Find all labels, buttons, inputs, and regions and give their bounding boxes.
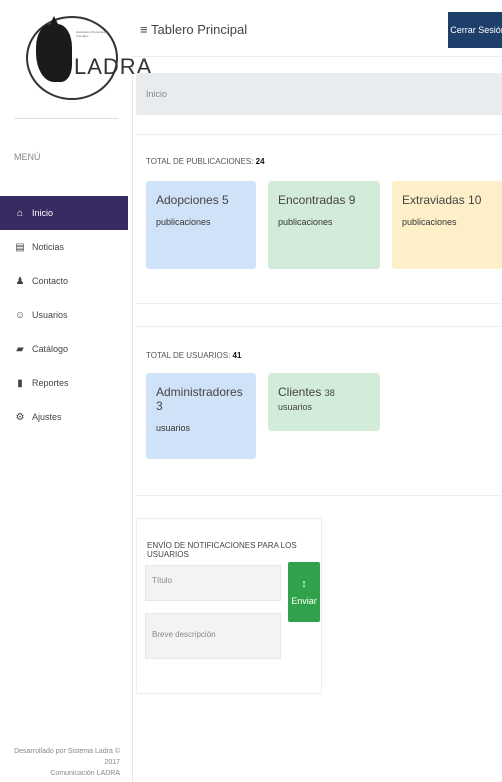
notification-description-input[interactable]: Breve descripción [145,613,281,659]
sidebar-item-label: Contacto [32,276,69,286]
send-label: Enviar [291,596,317,606]
clients-card[interactable]: Clientes 38 usuarios [268,373,380,431]
sidebar-divider [14,118,118,119]
logo-subtitle: Asociación Protectora de Animales [76,30,110,38]
found-title: Encontradas 9 [278,193,356,207]
sidebar-item-label: Catálogo [32,344,69,354]
adoptions-card[interactable]: Adopciones 5 publicaciones [146,181,256,269]
breadcrumb-item[interactable]: Inicio [146,89,167,99]
person-icon: ♟ [15,275,25,287]
sidebar-item-usuarios[interactable]: ☺ Usuarios [0,298,128,332]
menu-title: MENÚ [14,152,41,162]
sidebar-item-label: Noticias [32,242,65,252]
main-content: ≡ Tablero Principal Cerrar Sesión Inicio… [132,0,502,782]
sidebar-item-label: Inicio [32,208,54,218]
notification-title-input[interactable]: Título [145,565,281,601]
sidebar-item-inicio[interactable]: ⌂ Inicio [0,196,128,230]
admins-card[interactable]: Administradores 3 usuarios [146,373,256,459]
admins-sub: usuarios [156,423,191,433]
sidebar-item-catalogo[interactable]: ▰ Catálogo [0,332,128,366]
sidebar-item-contacto[interactable]: ♟ Contacto [0,264,128,298]
send-notification-button[interactable]: ↕ Enviar [288,562,320,622]
users-total-label: TOTAL DE USUARIOS: 41 [146,351,241,360]
sidebar-item-label: Usuarios [32,310,68,320]
footer-copyright: Desarrollado por Sistema Ladra © 2017 [14,748,120,766]
sidebar-item-label: Reportes [32,378,69,388]
sidebar-item-label: Ajustes [32,412,62,422]
publications-total-label: TOTAL DE PUBLICACIONES: 24 [146,157,265,166]
home-icon: ⌂ [16,207,24,219]
logo-cat-icon [36,24,72,82]
page-title: ≡ Tablero Principal [140,22,247,37]
notification-title: ENVÍO DE NOTIFICACIONES PARA LOS USUARIO… [147,541,297,559]
publications-section: TOTAL DE PUBLICACIONES: 24 Adopciones 5 … [136,134,502,304]
users-section: TOTAL DE USUARIOS: 41 Administradores 3 … [136,326,502,496]
sidebar: Asociación Protectora de Animales LADRA … [0,0,151,782]
news-icon: ▤ [15,241,25,253]
found-sub: publicaciones [278,217,333,227]
lost-title: Extraviadas 10 [402,193,482,207]
sidebar-item-ajustes[interactable]: ⚙ Ajustes [0,400,128,434]
adoptions-title: Adopciones 5 [156,193,229,207]
found-card[interactable]: Encontradas 9 publicaciones [268,181,380,269]
publications-total-value: 24 [255,157,265,166]
breadcrumb: Inicio [136,73,502,115]
ladra-logo[interactable]: Asociación Protectora de Animales LADRA [18,10,151,100]
sidebar-nav: ⌂ Inicio ▤ Noticias ♟ Contacto ☺ Usuario… [0,196,128,434]
send-icon: ↕ [301,578,307,590]
users-label-text: TOTAL DE USUARIOS: [146,351,231,360]
lost-card[interactable]: Extraviadas 10 publicaciones [392,181,502,269]
report-icon: ▮ [17,377,23,389]
logout-button[interactable]: Cerrar Sesión [448,12,502,48]
users-icon: ☺ [14,309,26,321]
lost-sub: publicaciones [402,217,457,227]
sidebar-footer: Desarrollado por Sistema Ladra © 2017 Co… [0,746,120,779]
folder-icon: ▰ [16,343,24,355]
publications-label-text: TOTAL DE PUBLICACIONES: [146,157,254,166]
users-total-value: 41 [232,351,242,360]
page-title-text: Tablero Principal [150,22,248,37]
sidebar-item-reportes[interactable]: ▮ Reportes [0,366,128,400]
footer-credit: Comunicación LADRA [50,770,120,777]
top-bar: ≡ Tablero Principal [132,0,502,57]
adoptions-sub: publicaciones [156,217,211,227]
sidebar-item-noticias[interactable]: ▤ Noticias [0,230,128,264]
admins-title: Administradores 3 [156,385,243,413]
clients-title: Clientes [278,385,322,399]
settings-icon: ⚙ [15,411,25,423]
menu-toggle-icon[interactable]: ≡ [140,22,148,37]
